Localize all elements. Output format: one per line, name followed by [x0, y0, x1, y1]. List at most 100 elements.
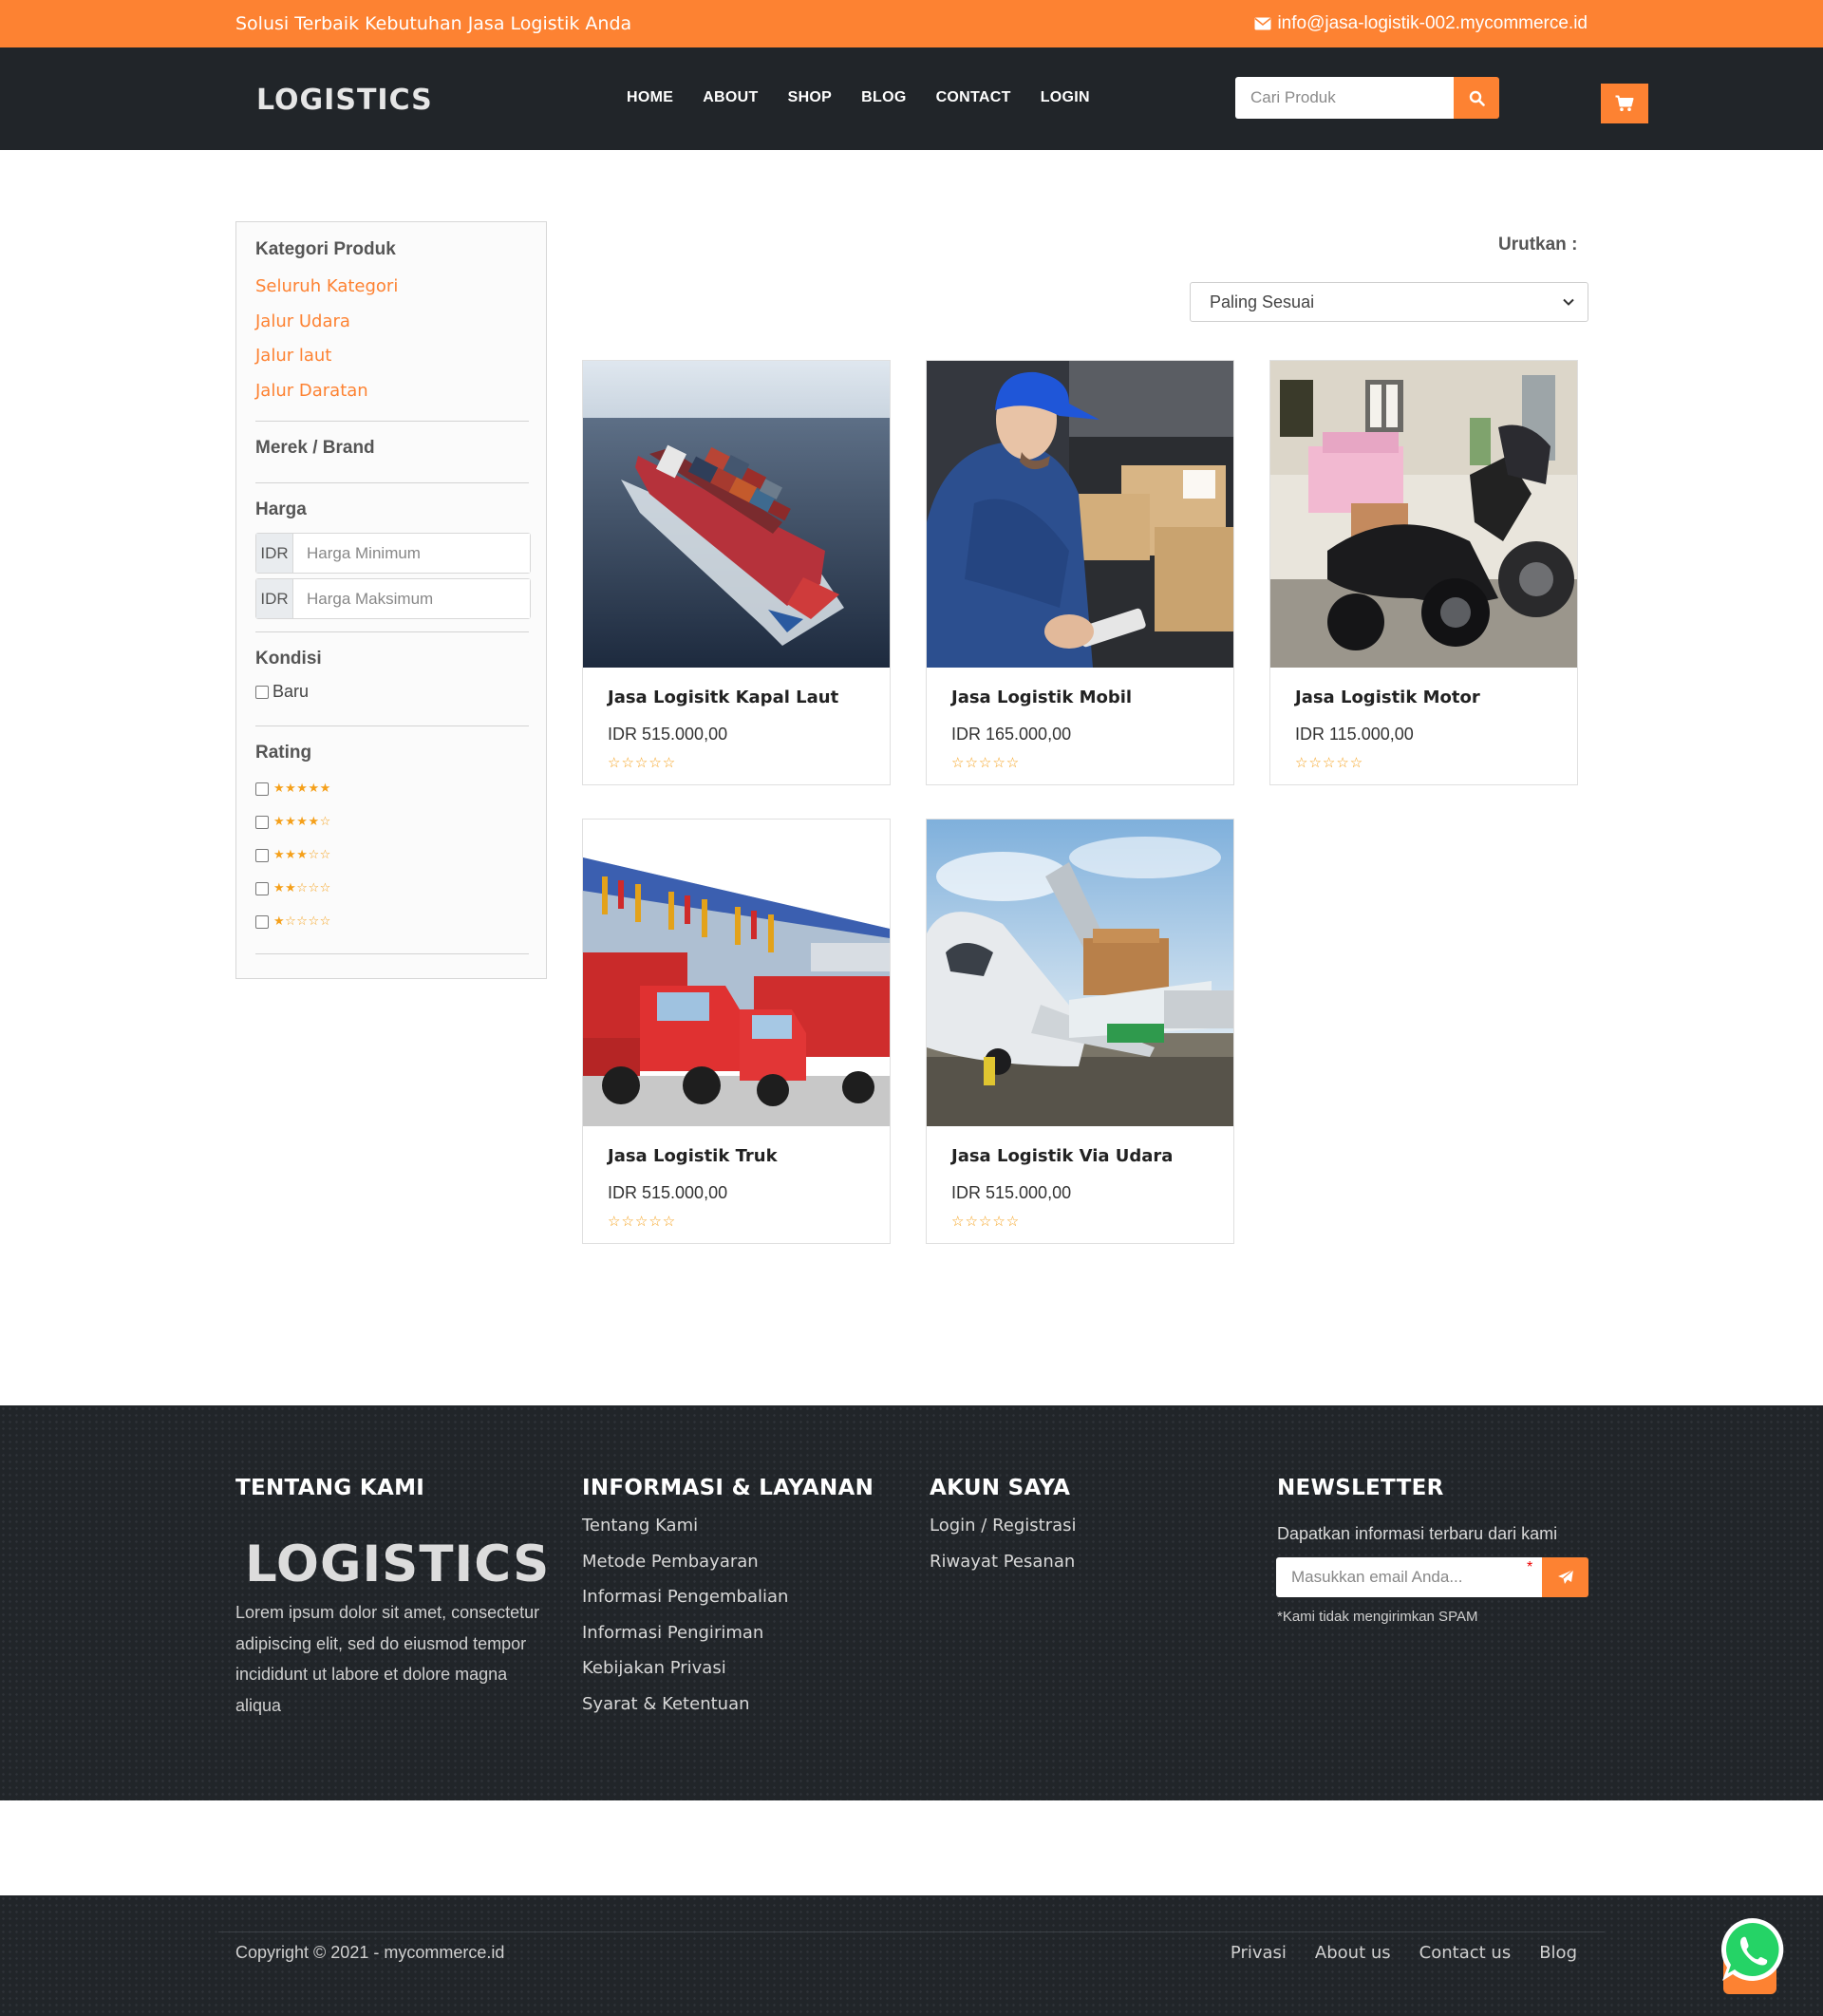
rating-5-option[interactable]: ★★★★★: [255, 782, 331, 796]
rating-3-stars: ★★★☆☆: [273, 848, 331, 862]
rating-5-checkbox[interactable]: [255, 782, 269, 796]
footer-newsletter: NEWSLETTER: [1277, 1476, 1444, 1500]
divider: [255, 421, 529, 422]
nav-contact[interactable]: CONTACT: [936, 89, 1011, 106]
footer-about: TENTANG KAMI: [235, 1476, 424, 1500]
category-sea[interactable]: Jalur laut: [255, 344, 398, 379]
tagline: Solusi Terbaik Kebutuhan Jasa Logistik A…: [235, 13, 632, 34]
cart-button[interactable]: [1601, 84, 1648, 123]
nav-login[interactable]: LOGIN: [1041, 89, 1090, 106]
footer-link-shipping[interactable]: Informasi Pengiriman: [582, 1621, 874, 1657]
envelope-icon: [1254, 17, 1271, 30]
footer-logo: LOGISTICS: [245, 1536, 551, 1593]
condition-new-option[interactable]: Baru: [255, 682, 309, 702]
product-image-airplane[interactable]: [927, 820, 1233, 1126]
footer-link-order-history[interactable]: Riwayat Pesanan: [930, 1550, 1077, 1586]
nav-home[interactable]: HOME: [627, 89, 673, 106]
nav-about[interactable]: ABOUT: [703, 89, 758, 106]
copyright: Copyright © 2021 - mycommerce.id: [235, 1943, 505, 1962]
product-card[interactable]: Jasa Logistik Motor IDR 115.000,00 ☆☆☆☆☆: [1269, 360, 1578, 785]
newsletter-submit-button[interactable]: [1542, 1557, 1588, 1597]
product-image-truck[interactable]: [583, 820, 890, 1126]
price-max-input[interactable]: [293, 579, 530, 618]
search-box: [1235, 77, 1501, 119]
divider: [255, 725, 529, 726]
whatsapp-button[interactable]: [1715, 1912, 1791, 1988]
price-max-group: IDR: [255, 578, 531, 619]
rating-1-stars: ★☆☆☆☆: [273, 914, 331, 929]
site-logo[interactable]: LOGISTICS: [256, 84, 433, 117]
category-all[interactable]: Seluruh Kategori: [255, 274, 398, 310]
product-card[interactable]: Jasa Logistik Truk IDR 515.000,00 ☆☆☆☆☆: [582, 819, 891, 1244]
price-min-input[interactable]: [293, 534, 530, 573]
price-title: Harga: [255, 499, 307, 519]
rating-2-checkbox[interactable]: [255, 881, 269, 895]
rating-4-option[interactable]: ★★★★☆: [255, 815, 331, 829]
divider: [218, 1931, 1605, 1932]
bottom-link-contact[interactable]: Contact us: [1419, 1943, 1512, 1963]
footer-link-payment[interactable]: Metode Pembayaran: [582, 1550, 874, 1586]
nav-blog[interactable]: BLOG: [861, 89, 906, 106]
product-rating: ☆☆☆☆☆: [951, 754, 1021, 771]
bottom-link-about[interactable]: About us: [1315, 1943, 1391, 1963]
search-icon: [1469, 90, 1485, 106]
currency-addon: IDR: [256, 534, 293, 573]
search-button[interactable]: [1454, 77, 1499, 119]
newsletter-form: *: [1276, 1557, 1588, 1597]
rating-1-checkbox[interactable]: [255, 914, 269, 929]
footer-info-title: INFORMASI & LAYANAN: [582, 1476, 874, 1500]
product-image-ship[interactable]: [583, 361, 890, 668]
footer-newsletter-title: NEWSLETTER: [1277, 1476, 1444, 1500]
product-price: IDR 515.000,00: [951, 1183, 1072, 1202]
product-card[interactable]: Jasa Logistik Via Udara IDR 515.000,00 ☆…: [926, 819, 1234, 1244]
footer-link-terms[interactable]: Syarat & Ketentuan: [582, 1692, 874, 1728]
footer-link-returns[interactable]: Informasi Pengembalian: [582, 1585, 874, 1621]
product-image-car[interactable]: [927, 361, 1233, 668]
category-land[interactable]: Jalur Daratan: [255, 379, 398, 414]
bottom-link-privacy[interactable]: Privasi: [1231, 1943, 1287, 1963]
rating-1-option[interactable]: ★☆☆☆☆: [255, 914, 331, 929]
brand-title[interactable]: Merek / Brand: [255, 438, 375, 459]
product-name[interactable]: Jasa Logistik Mobil: [951, 688, 1132, 707]
product-name[interactable]: Jasa Logisitk Kapal Laut: [608, 688, 838, 707]
footer-link-about-us[interactable]: Tentang Kami: [582, 1514, 874, 1550]
product-card[interactable]: Jasa Logistik Mobil IDR 165.000,00 ☆☆☆☆☆: [926, 360, 1234, 785]
product-name[interactable]: Jasa Logistik Truk: [608, 1146, 778, 1166]
product-name[interactable]: Jasa Logistik Via Udara: [951, 1146, 1173, 1166]
footer-account: AKUN SAYA Login / Registrasi Riwayat Pes…: [930, 1476, 1077, 1585]
footer-link-login[interactable]: Login / Registrasi: [930, 1514, 1077, 1550]
product-name[interactable]: Jasa Logistik Motor: [1295, 688, 1480, 707]
nav-shop[interactable]: SHOP: [788, 89, 833, 106]
condition-new-checkbox[interactable]: [255, 685, 269, 699]
category-air[interactable]: Jalur Udara: [255, 310, 398, 345]
search-input[interactable]: [1235, 77, 1454, 119]
sort-label: Urutkan :: [1498, 235, 1578, 254]
rating-5-stars: ★★★★★: [273, 782, 331, 796]
rating-4-stars: ★★★★☆: [273, 815, 331, 829]
rating-2-stars: ★★☆☆☆: [273, 881, 331, 895]
category-list: Seluruh Kategori Jalur Udara Jalur laut …: [255, 274, 398, 413]
newsletter-email-input[interactable]: [1276, 1557, 1542, 1597]
footer-about-title: TENTANG KAMI: [235, 1476, 425, 1500]
cart-icon: [1615, 95, 1634, 111]
product-price: IDR 515.000,00: [608, 1183, 728, 1202]
product-rating: ☆☆☆☆☆: [608, 1213, 677, 1230]
product-image-motorbike[interactable]: [1270, 361, 1577, 668]
rating-3-option[interactable]: ★★★☆☆: [255, 848, 331, 862]
rating-4-checkbox[interactable]: [255, 815, 269, 829]
rating-2-option[interactable]: ★★☆☆☆: [255, 881, 331, 895]
product-rating: ☆☆☆☆☆: [608, 754, 677, 771]
product-card[interactable]: Jasa Logisitk Kapal Laut IDR 515.000,00 …: [582, 360, 891, 785]
product-rating: ☆☆☆☆☆: [951, 1213, 1021, 1230]
sort-select[interactable]: Paling Sesuai: [1190, 282, 1588, 322]
category-title: Kategori Produk: [255, 239, 396, 259]
bottom-bar: Copyright © 2021 - mycommerce.id Privasi…: [0, 1895, 1823, 2016]
rating-3-checkbox[interactable]: [255, 848, 269, 862]
price-min-group: IDR: [255, 533, 531, 574]
divider: [255, 631, 529, 632]
bottom-link-blog[interactable]: Blog: [1539, 1943, 1577, 1963]
footer-link-privacy[interactable]: Kebijakan Privasi: [582, 1656, 874, 1692]
contact-email[interactable]: info@jasa-logistik-002.mycommerce.id: [1254, 13, 1588, 34]
currency-addon: IDR: [256, 579, 293, 618]
product-rating: ☆☆☆☆☆: [1295, 754, 1364, 771]
